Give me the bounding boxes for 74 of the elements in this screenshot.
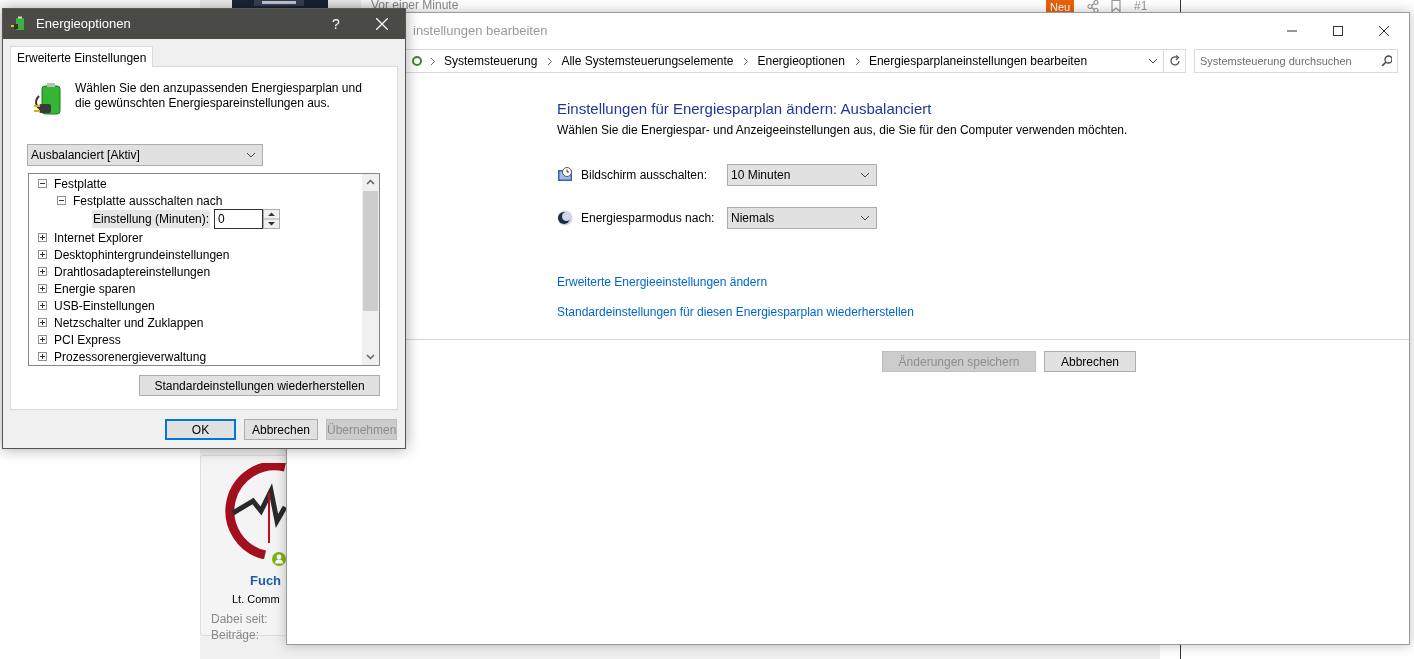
caret-icon <box>246 152 256 158</box>
tree-item[interactable]: Prozessorenergieverwaltung <box>53 347 208 365</box>
settings-tree[interactable] <box>28 173 380 366</box>
minutes-field[interactable]: 0 <box>214 209 264 229</box>
help-button[interactable]: ? <box>321 13 351 35</box>
tree-item[interactable]: Festplatte ausschalten nach <box>72 191 224 210</box>
author-name[interactable]: Fuch <box>250 571 282 591</box>
window-title: instellungen bearbeiten <box>413 22 549 41</box>
tab[interactable]: Erweiterte Einstellungen <box>10 46 154 67</box>
tree-item[interactable]: USB-Einstellungen <box>53 296 156 315</box>
minus-icon[interactable] <box>57 196 66 205</box>
close-icon <box>1379 26 1389 36</box>
breadcrumb-item[interactable]: Systemsteuerung <box>442 52 540 70</box>
scrollbar[interactable] <box>362 174 379 365</box>
caret-icon <box>860 215 870 221</box>
cancel-button[interactable]: Abbrechen <box>1044 351 1136 372</box>
tree-item[interactable]: Desktophintergrundeinstellungen <box>53 245 231 264</box>
scrollbar-thumb[interactable] <box>363 191 378 311</box>
page-heading: Einstellungen für Energiesparplan ändern: Ausbalanciert <box>557 99 933 119</box>
settings-link[interactable]: Standardeinstellungen für diesen Energiesparplan wiederherstellen <box>557 303 914 321</box>
restore-defaults-button[interactable]: Standardeinstellungen wiederherstellen <box>139 375 380 396</box>
tree-item[interactable]: Drahtlosadaptereinstellungen <box>53 262 212 281</box>
profile-field-label: Beiträge: <box>211 627 260 644</box>
share-icon[interactable] <box>1087 0 1099 13</box>
breadcrumb-item[interactable]: Alle Systemsteuerungselemente <box>559 52 736 70</box>
tree-item[interactable]: Festplatte <box>53 174 108 193</box>
post-number: #1 <box>1134 0 1148 13</box>
dropdown-chevron-icon[interactable] <box>1148 58 1158 64</box>
breadcrumb-chevron-icon <box>743 56 750 66</box>
setting-dropdown[interactable]: 10 Minuten <box>727 164 877 186</box>
plus-icon[interactable] <box>38 233 47 242</box>
breadcrumb-chevron-icon <box>430 56 436 66</box>
bookmark-icon[interactable] <box>1111 0 1121 12</box>
caret-icon <box>860 172 870 178</box>
breadcrumb-chevron-icon <box>547 56 554 66</box>
search-field[interactable]: Systemsteuerung durchsuchen <box>1194 49 1398 73</box>
control-panel-icon <box>412 56 422 66</box>
close-icon <box>376 18 388 30</box>
settings-link[interactable]: Erweiterte Energieeinstellungen ändern <box>557 273 768 291</box>
refresh-button[interactable] <box>1164 49 1186 73</box>
battery-plug-icon <box>11 16 27 32</box>
ok-button[interactable]: OK <box>165 419 236 440</box>
dialog-description: Wählen Sie den anzupassenden Energiesparplan und die gewünschten Energiespareinstellungen aus. <box>75 81 363 112</box>
plus-icon[interactable] <box>38 352 47 361</box>
tree-item[interactable]: PCI Express <box>53 330 122 349</box>
plus-icon[interactable] <box>38 335 47 344</box>
moon-icon <box>557 210 573 226</box>
plan-dropdown[interactable]: Ausbalanciert [Aktiv] <box>27 144 263 166</box>
minus-icon[interactable] <box>38 179 47 188</box>
maximize-icon <box>1333 26 1343 36</box>
setting-label: Bildschirm ausschalten: <box>581 167 709 184</box>
monitor-clock-icon <box>557 167 573 183</box>
tree-item[interactable]: Netzschalter und Zuklappen <box>53 313 205 332</box>
plus-icon[interactable] <box>38 250 47 259</box>
breadcrumb-item[interactable]: Energiesparplaneinstellungen bearbeiten <box>866 52 1090 70</box>
profile-field-label: Dabei seit: <box>211 611 268 628</box>
cancel-button[interactable]: Abbrechen <box>244 419 318 440</box>
plus-icon[interactable] <box>38 267 47 276</box>
plus-icon[interactable] <box>38 284 47 293</box>
setting-dropdown[interactable]: Niemals <box>727 207 877 229</box>
dialog-title: Energieoptionen <box>36 15 132 34</box>
spin-button[interactable] <box>263 209 281 229</box>
tree-item[interactable]: Internet Explorer <box>53 228 144 247</box>
breadcrumb-chevron-icon <box>854 56 861 66</box>
plus-icon[interactable] <box>38 301 47 310</box>
breadcrumb-item[interactable]: Energieoptionen <box>755 52 847 70</box>
setting-label: Energiesparmodus nach: <box>581 210 716 227</box>
author-rank: Lt. Comm <box>232 592 280 607</box>
tree-item[interactable]: Energie sparen <box>53 279 137 298</box>
plus-icon[interactable] <box>38 318 47 327</box>
page-description: Wählen Sie die Energiespar- und Anzeigeeinstellungen aus, die Sie für den Computer verwenden möchten. <box>557 122 1129 138</box>
refresh-icon <box>1168 55 1181 67</box>
setting-label: Einstellung (Minuten): <box>92 210 211 228</box>
search-icon[interactable] <box>1381 55 1392 66</box>
